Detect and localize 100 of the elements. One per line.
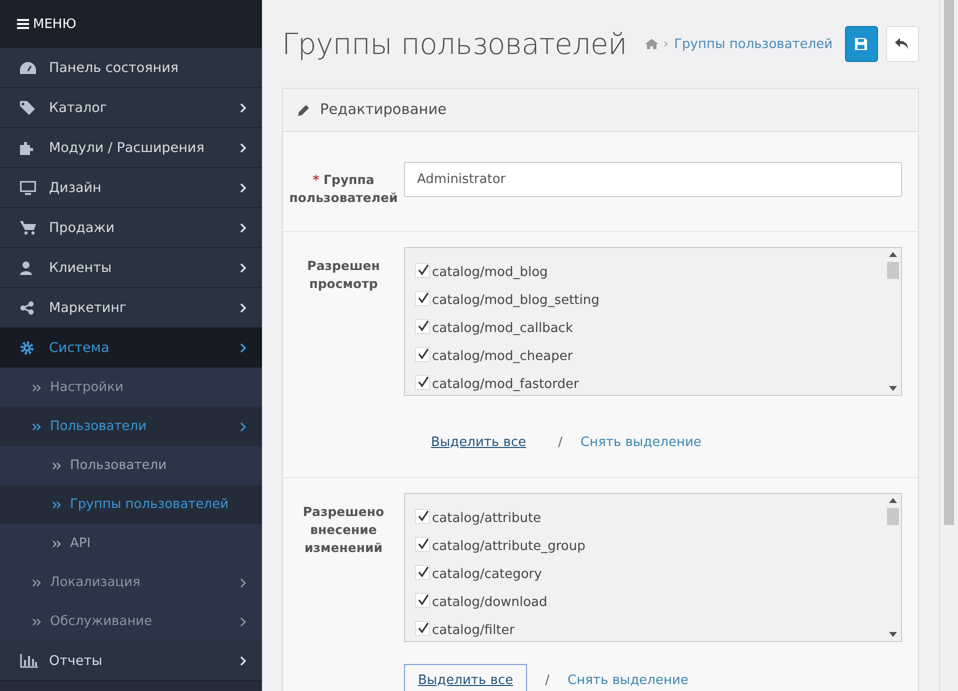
sidebar-item-label: Продажи <box>49 220 116 236</box>
double-chevron-icon <box>32 578 41 586</box>
sidebar-item[interactable]: Дизайн <box>0 168 262 208</box>
submenu-item[interactable]: Обслуживание <box>0 602 262 641</box>
sidebar-item-label: Каталог <box>49 100 108 116</box>
chevron-right-icon <box>240 262 246 272</box>
sidebar-item[interactable]: Клиенты <box>0 248 262 288</box>
puzzle-icon <box>20 140 34 154</box>
scrollbar-thumb[interactable] <box>887 262 899 279</box>
sidebar-item-label: Система <box>49 340 110 356</box>
sidebar-item[interactable]: Система <box>0 328 262 368</box>
link-separator: / <box>558 435 562 450</box>
checkbox[interactable] <box>415 346 430 362</box>
double-chevron-icon <box>52 540 61 548</box>
cart-icon <box>20 220 36 234</box>
sidebar-item[interactable]: Модули / Расширения <box>0 128 262 168</box>
checkbox-label: catalog/mod_fastorder <box>432 376 579 392</box>
chevron-right-icon <box>240 616 246 626</box>
monitor-icon <box>20 180 36 194</box>
sidebar-item[interactable]: Продажи <box>0 208 262 248</box>
reply-arrow-icon <box>895 38 910 50</box>
tag-icon <box>20 100 36 114</box>
speedometer-icon <box>20 62 36 74</box>
sidebar-item-label: Модули / Расширения <box>49 140 206 156</box>
scroll-up-icon[interactable] <box>889 498 897 503</box>
checkbox-label: catalog/attribute_group <box>432 538 586 554</box>
double-chevron-icon <box>32 422 41 430</box>
deselect-link[interactable]: Снять выделение <box>580 435 702 450</box>
field-label: * Группа пользователей <box>288 171 399 207</box>
checkbox-label: catalog/category <box>432 566 542 582</box>
page-title: Группы пользователей <box>282 27 627 61</box>
double-chevron-icon <box>52 500 61 508</box>
menu-icon <box>17 19 29 29</box>
submenu-item-label: Пользователи <box>70 458 168 473</box>
checkbox[interactable] <box>415 374 430 390</box>
sidebar-item[interactable]: Панель состояния <box>0 48 262 88</box>
share-icon <box>20 300 34 314</box>
checkbox-label: catalog/mod_blog_setting <box>432 292 600 308</box>
submenu-item[interactable]: API <box>0 524 262 563</box>
checkbox[interactable] <box>415 318 430 334</box>
checkbox-label: catalog/attribute <box>432 510 542 526</box>
scroll-up-icon[interactable] <box>889 252 897 257</box>
double-chevron-icon <box>52 462 61 470</box>
sidebar-item[interactable]: Каталог <box>0 88 262 128</box>
checkbox[interactable] <box>415 620 430 636</box>
submenu-item-label: Настройки <box>50 380 124 395</box>
sidebar-item-label: Отчеты <box>49 652 104 668</box>
chevron-right-icon <box>240 578 246 588</box>
user-icon <box>20 260 32 274</box>
submenu-item-label: Локализация <box>50 575 142 590</box>
submenu-item-label: Пользователи <box>50 419 148 434</box>
checkbox[interactable] <box>415 536 430 552</box>
submenu-item[interactable]: Настройки <box>0 368 262 407</box>
checkbox-label: catalog/mod_cheaper <box>432 348 573 364</box>
scrollbar-thumb[interactable] <box>887 508 899 525</box>
scroll-down-icon[interactable] <box>889 632 897 637</box>
checkbox[interactable] <box>415 290 430 306</box>
submenu-item-label: Группы пользователей <box>70 497 230 512</box>
chevron-right-icon <box>240 656 246 666</box>
save-button[interactable] <box>844 26 878 62</box>
select-all-link[interactable]: Выделить все <box>404 664 528 691</box>
scroll-down-icon[interactable] <box>889 386 897 391</box>
chevron-right-icon <box>240 182 246 192</box>
breadcrumb-separator-icon <box>664 41 668 47</box>
sidebar-item-label: Дизайн <box>49 180 102 196</box>
checkbox-label: catalog/download <box>432 594 548 610</box>
checkbox-label: catalog/mod_callback <box>432 320 573 336</box>
pencil-icon <box>298 104 310 116</box>
checkbox[interactable] <box>415 262 430 278</box>
chevron-right-icon <box>240 142 246 152</box>
field-label: Разрешено внесение изменений <box>302 503 386 557</box>
submenu-item-label: API <box>70 536 92 551</box>
menu-header[interactable]: МЕНЮ <box>0 0 262 48</box>
checkbox-label: catalog/mod_blog <box>432 264 548 280</box>
chevron-right-icon <box>240 302 246 312</box>
checkbox[interactable] <box>415 592 430 608</box>
bar-chart-icon <box>20 654 38 668</box>
checkbox[interactable] <box>415 564 430 580</box>
submenu-item-label: Обслуживание <box>50 614 154 629</box>
select-all-link[interactable]: Выделить все <box>417 426 540 459</box>
double-chevron-icon <box>32 618 41 626</box>
submenu-item[interactable]: Пользователи <box>0 446 262 485</box>
sidebar-item-label: Маркетинг <box>49 300 128 316</box>
chevron-right-icon <box>240 102 246 112</box>
sidebar-item-label: Клиенты <box>49 260 113 276</box>
panel-title: Редактирование <box>320 102 447 118</box>
sidebar-item[interactable]: Маркетинг <box>0 288 262 328</box>
submenu-item[interactable]: Локализация <box>0 563 262 602</box>
sidebar-item[interactable]: Отчеты <box>0 641 262 681</box>
checkbox-label: catalog/filter <box>432 622 515 638</box>
sidebar-item-label: Панель состояния <box>49 60 180 76</box>
deselect-link[interactable]: Снять выделение <box>568 673 688 688</box>
checkbox[interactable] <box>415 508 430 524</box>
link-separator: / <box>545 673 550 688</box>
gear-icon <box>20 340 34 354</box>
chevron-right-icon <box>240 342 246 352</box>
menu-title: МЕНЮ <box>33 16 76 32</box>
chevron-right-icon <box>240 222 246 232</box>
back-button[interactable] <box>886 26 919 62</box>
group-name-field[interactable]: Administrator <box>404 162 902 197</box>
